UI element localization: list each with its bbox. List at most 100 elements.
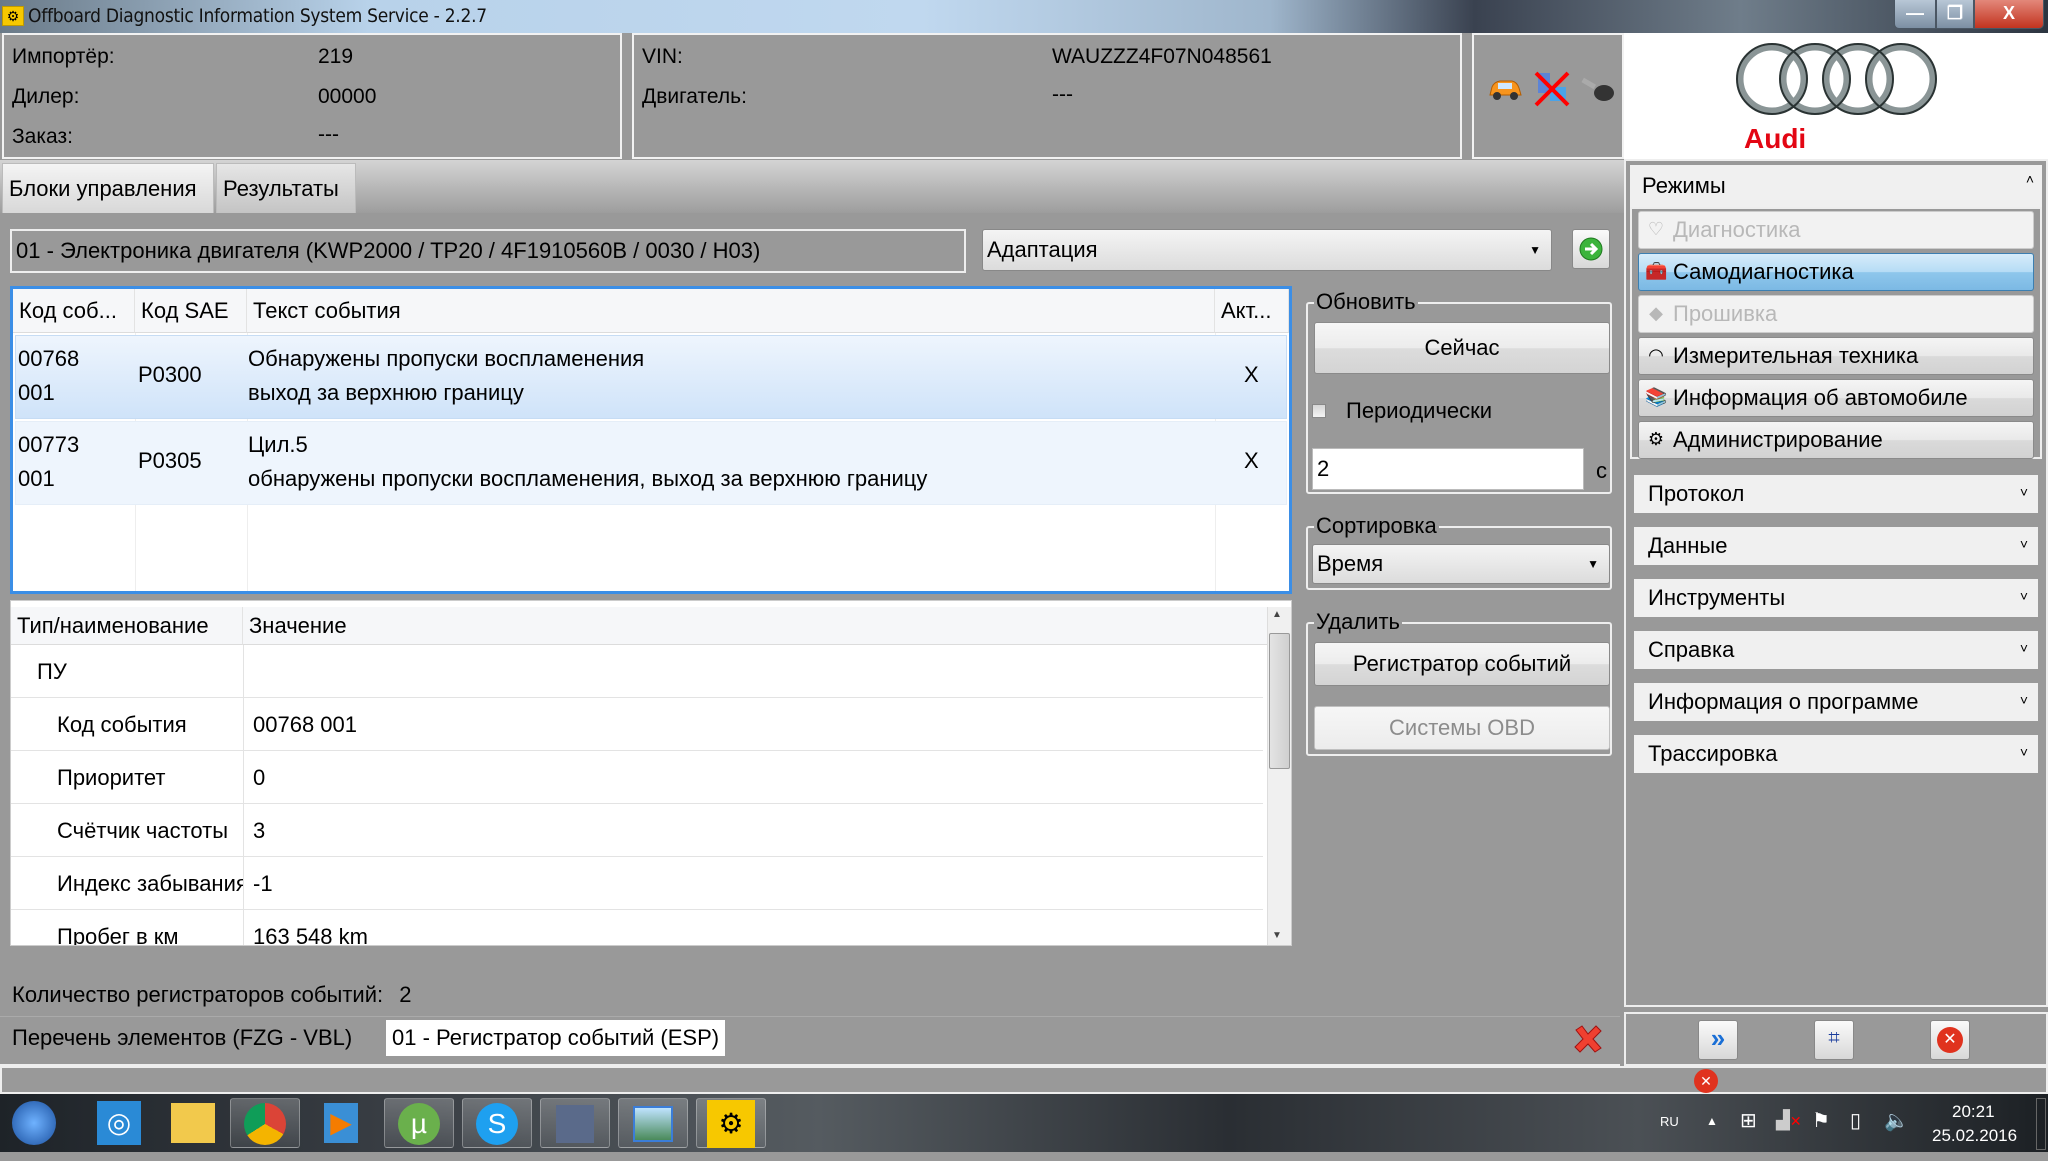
vehicle-info-panel: VIN: WAUZZZ4F07N048561 Двигатель: ---: [632, 33, 1462, 159]
element-list-field[interactable]: 01 - Регистратор событий (ESP): [386, 1020, 726, 1056]
function-select[interactable]: Адаптация ▼: [982, 229, 1552, 271]
chevron-down-icon: ▼: [1587, 557, 1599, 571]
col-header-sae-code[interactable]: Код SAE: [135, 289, 247, 333]
cancel-x-icon[interactable]: [1572, 1024, 1604, 1054]
explorer-icon[interactable]: [158, 1098, 228, 1148]
modes-title: Режимы: [1642, 173, 1726, 198]
chevron-down-icon: ˅: [2019, 744, 2028, 760]
refresh-group: Обновить Сейчас Периодически 2 с: [1306, 290, 1612, 494]
tab-results[interactable]: Результаты: [216, 163, 356, 213]
events-table: Код соб... Код SAE Текст события Акт... …: [10, 286, 1292, 594]
battery-icon[interactable]: ▯: [1850, 1108, 1861, 1133]
mode-vehicle-info[interactable]: 📚 Информация об автомобиле: [1638, 379, 2034, 417]
detail-row[interactable]: Приоритет 0: [11, 751, 1263, 804]
action-center-flag-icon[interactable]: ⚑: [1812, 1108, 1830, 1133]
engine-check-icon: ⚙: [2, 6, 24, 26]
media-player-icon[interactable]: ▶: [306, 1098, 376, 1148]
list-label: Перечень элементов (FZG - VBL): [12, 1025, 353, 1050]
go-button[interactable]: [1572, 229, 1610, 269]
periodic-label: Периодически: [1346, 398, 1493, 423]
order-value: ---: [318, 123, 339, 146]
mode-measurement[interactable]: ◠ Измерительная техника: [1638, 337, 2034, 375]
detail-row[interactable]: ПУ: [11, 645, 1263, 698]
section-tracing[interactable]: Трассировка ˅: [1634, 735, 2038, 773]
chevron-down-icon: ˅: [2019, 588, 2028, 604]
section-protocol[interactable]: Протокол ˅: [1634, 475, 2038, 513]
minimize-button[interactable]: —: [1894, 0, 1936, 29]
utorrent-icon[interactable]: µ: [384, 1098, 454, 1148]
detail-row[interactable]: Код события 00768 001: [11, 698, 1263, 751]
table-row[interactable]: 00773 001 P0305 Цил.5 обнаружены пропуск…: [15, 421, 1287, 505]
section-tools[interactable]: Инструменты ˅: [1634, 579, 2038, 617]
chevron-up-icon: ˄: [2025, 171, 2034, 187]
periodic-checkbox[interactable]: [1312, 404, 1326, 418]
exit-button[interactable]: ✕: [1930, 1020, 1970, 1060]
arrow-right-circle-icon: [1579, 237, 1603, 261]
maximize-button[interactable]: ❐: [1936, 0, 1974, 29]
sae-code: P0305: [138, 448, 202, 473]
dealer-info-panel: Импортёр: 219 Дилер: 00000 Заказ: ---: [2, 33, 622, 159]
volume-icon[interactable]: 🔈: [1884, 1108, 1909, 1133]
col-header-event-code[interactable]: Код соб...: [13, 289, 135, 333]
show-desktop-button[interactable]: [2036, 1098, 2046, 1150]
show-hidden-icons[interactable]: ▲: [1706, 1114, 1718, 1128]
delete-event-recorder-button[interactable]: Регистратор событий: [1314, 642, 1610, 686]
section-help[interactable]: Справка ˅: [1634, 631, 2038, 669]
details-scrollbar[interactable]: ▲ ▼: [1267, 607, 1291, 945]
detail-row[interactable]: Счётчик частоты 3: [11, 804, 1263, 857]
table-row[interactable]: 00768 001 P0300 Обнаружены пропуски восп…: [15, 335, 1287, 419]
detail-row[interactable]: Индекс забывания -1: [11, 857, 1263, 910]
delete-group-label: Удалить: [1314, 609, 1402, 634]
scroll-up-icon[interactable]: ▲: [1272, 609, 1282, 620]
security-icon[interactable]: ◎: [84, 1098, 154, 1148]
network-disconnected-tray-icon[interactable]: ▟✕: [1776, 1110, 1802, 1131]
col-header-type-name[interactable]: Тип/наименование: [11, 607, 243, 645]
sort-select[interactable]: Время ▼: [1312, 544, 1610, 584]
language-indicator[interactable]: RU: [1660, 1114, 1679, 1129]
windows-start-icon[interactable]: [6, 1098, 62, 1148]
mode-diagnostics[interactable]: ♡ Диагностика: [1638, 211, 2034, 249]
close-window-button[interactable]: X: [1974, 0, 2044, 29]
mode-flashing[interactable]: ◆ Прошивка: [1638, 295, 2034, 333]
tab-control-units[interactable]: Блоки управления: [2, 163, 214, 213]
modes-header[interactable]: Режимы ˄: [1630, 165, 2042, 207]
col-header-value[interactable]: Значение: [243, 607, 1273, 645]
interval-input[interactable]: 2: [1312, 448, 1584, 490]
delete-obd-button[interactable]: Системы OBD: [1314, 706, 1610, 750]
chevron-down-icon: ˅: [2019, 692, 2028, 708]
clock-time[interactable]: 20:21: [1952, 1102, 1995, 1122]
event-text-line1: Обнаружены пропуски воспламенения: [248, 346, 645, 371]
scroll-down-icon[interactable]: ▼: [1272, 930, 1282, 941]
chevron-down-icon: ▼: [1529, 243, 1541, 257]
section-about[interactable]: Информация о программе ˅: [1634, 683, 2038, 721]
error-status-icon[interactable]: ✕: [1694, 1069, 1718, 1093]
col-header-event-text[interactable]: Текст события: [247, 289, 1215, 333]
clock-date[interactable]: 25.02.2016: [1932, 1126, 2017, 1146]
count-value: 2: [399, 982, 412, 1007]
gauge-icon: ◠: [1648, 345, 1664, 365]
interval-unit: с: [1596, 458, 1607, 483]
col-header-active[interactable]: Акт...: [1215, 289, 1289, 333]
chrome-icon[interactable]: [230, 1098, 300, 1148]
function-select-value: Адаптация: [987, 237, 1098, 262]
engine-value: ---: [1052, 83, 1073, 106]
status-bar: ✕: [0, 1066, 2048, 1094]
section-data[interactable]: Данные ˅: [1634, 527, 2038, 565]
detail-row[interactable]: Пробег в км 163 548 km: [11, 910, 1263, 945]
windows-update-icon[interactable]: ⊞: [1740, 1108, 1757, 1133]
photo-viewer-icon[interactable]: [618, 1098, 688, 1148]
control-unit-field: 01 - Электроника двигателя (KWP2000 / TP…: [10, 229, 966, 273]
modes-list: ♡ Диагностика 🧰 Самодиагностика ◆ Прошивка …: [1630, 207, 2042, 459]
refresh-now-button[interactable]: Сейчас: [1314, 322, 1610, 374]
odis-icon[interactable]: ⚙: [696, 1098, 766, 1148]
chevron-down-icon: ˅: [2019, 536, 2028, 552]
forward-button[interactable]: »: [1698, 1020, 1738, 1060]
skype-icon[interactable]: S: [462, 1098, 532, 1148]
mode-self-diagnostics[interactable]: 🧰 Самодиагностика: [1638, 253, 2034, 291]
fit-window-button[interactable]: ⌗: [1814, 1020, 1854, 1060]
scrollbar-thumb[interactable]: [1269, 633, 1290, 769]
dealer-label: Дилер:: [12, 85, 80, 108]
mode-administration[interactable]: ⚙ Администрирование: [1638, 421, 2034, 459]
vin-label: VIN:: [642, 45, 683, 68]
network-tool-icon[interactable]: [540, 1098, 610, 1148]
